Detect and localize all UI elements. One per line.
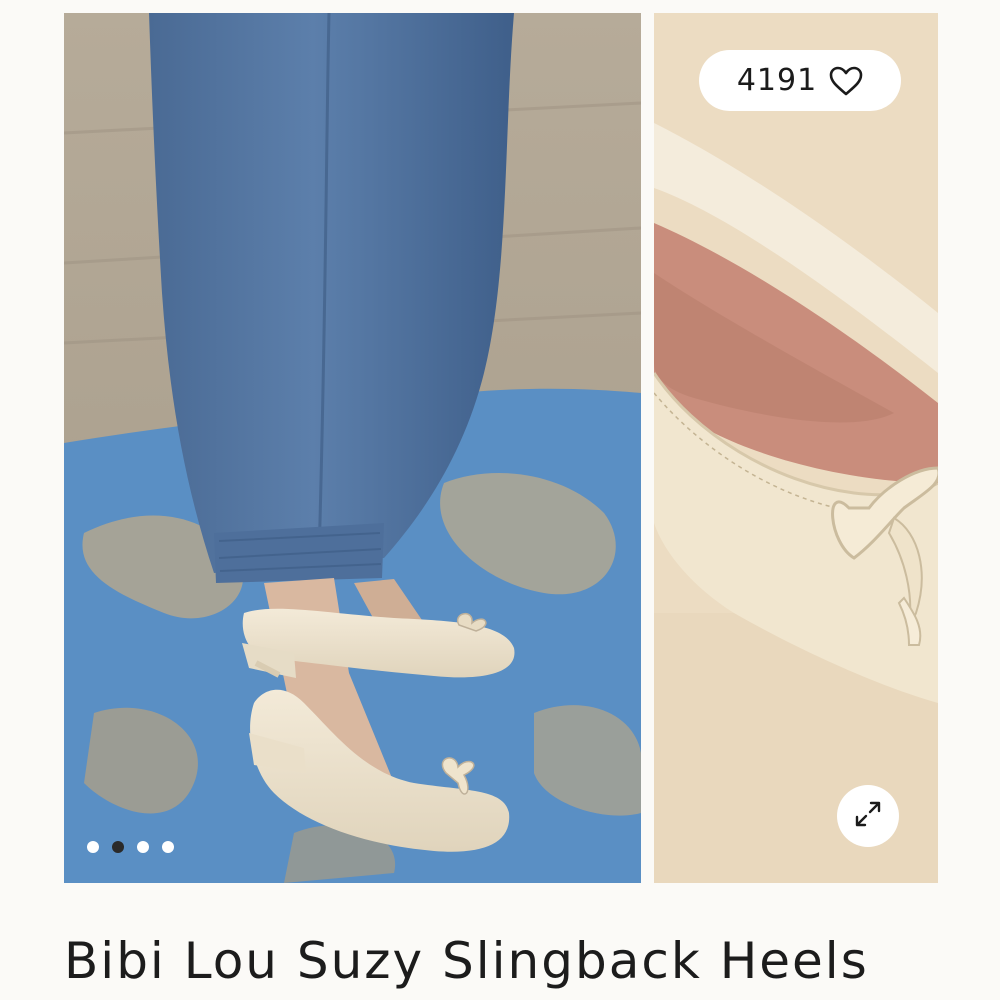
main-photo-illustration: [64, 13, 641, 883]
detail-photo-illustration: [654, 13, 938, 883]
carousel-dot-1[interactable]: [87, 841, 99, 853]
carousel-dot-2[interactable]: [112, 841, 124, 853]
like-button[interactable]: 4191: [699, 50, 901, 111]
product-title: Bibi Lou Suzy Slingback Heels: [64, 932, 869, 990]
product-main-image[interactable]: [64, 13, 641, 883]
product-page: 4191 Bibi Lou Suzy Slingback Heels: [0, 0, 1000, 1000]
heart-icon: [829, 66, 863, 96]
carousel-dots: [87, 841, 174, 853]
carousel-dot-3[interactable]: [137, 841, 149, 853]
like-count: 4191: [736, 63, 818, 98]
product-detail-image[interactable]: [654, 13, 938, 883]
expand-image-button[interactable]: [837, 785, 899, 847]
expand-icon: [851, 797, 885, 835]
carousel-dot-4[interactable]: [162, 841, 174, 853]
